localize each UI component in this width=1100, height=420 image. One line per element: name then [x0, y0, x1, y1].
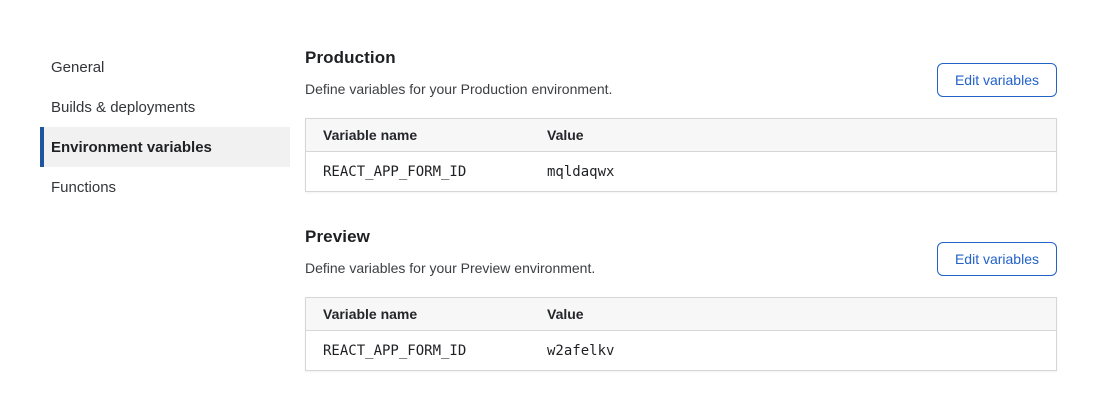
production-section: Production Define variables for your Pro…	[305, 48, 1057, 192]
sidebar-item-environment-variables[interactable]: Environment variables	[40, 127, 290, 167]
column-header-variable-name: Variable name	[306, 119, 530, 152]
sidebar-item-general[interactable]: General	[40, 47, 290, 87]
column-header-value: Value	[530, 119, 1056, 152]
column-header-value: Value	[530, 298, 1056, 331]
table-row: REACT_APP_FORM_ID mqldaqwx	[306, 152, 1056, 191]
production-edit-variables-button[interactable]: Edit variables	[937, 63, 1057, 97]
production-variables-table: Variable name Value REACT_APP_FORM_ID mq…	[305, 118, 1057, 192]
sidebar-item-builds-deployments[interactable]: Builds & deployments	[40, 87, 290, 127]
variable-name-cell: REACT_APP_FORM_ID	[306, 152, 530, 191]
variable-value-cell: w2afelkv	[530, 331, 1056, 370]
table-row: REACT_APP_FORM_ID w2afelkv	[306, 331, 1056, 370]
preview-variables-table: Variable name Value REACT_APP_FORM_ID w2…	[305, 297, 1057, 371]
variable-name-cell: REACT_APP_FORM_ID	[306, 331, 530, 370]
column-header-variable-name: Variable name	[306, 298, 530, 331]
preview-section: Preview Define variables for your Previe…	[305, 227, 1057, 371]
table-header-row: Variable name Value	[306, 298, 1056, 331]
sidebar-item-functions[interactable]: Functions	[40, 167, 290, 207]
preview-edit-variables-button[interactable]: Edit variables	[937, 242, 1057, 276]
settings-sidebar: General Builds & deployments Environment…	[0, 47, 290, 207]
variable-value-cell: mqldaqwx	[530, 152, 1056, 191]
settings-page: General Builds & deployments Environment…	[0, 0, 1100, 420]
table-header-row: Variable name Value	[306, 119, 1056, 152]
